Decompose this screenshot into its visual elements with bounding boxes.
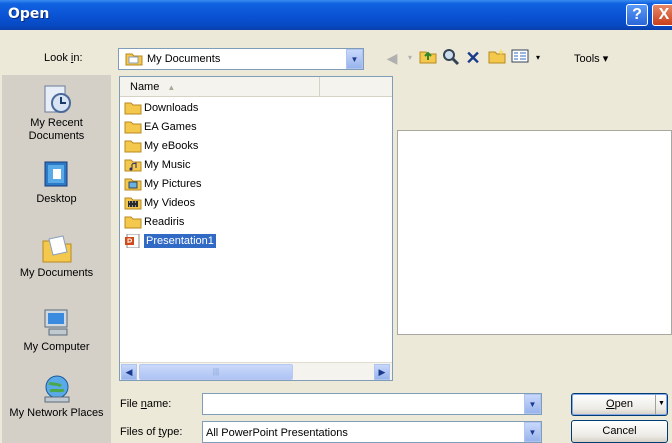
place-my-computer[interactable]: My Computer: [2, 307, 111, 354]
place-label: My Recent Documents: [28, 117, 85, 142]
file-type-value: All PowerPoint Presentations: [206, 427, 348, 439]
place-my-network-places[interactable]: My Network Places: [2, 373, 111, 420]
list-item[interactable]: My Pictures: [124, 175, 201, 193]
music-folder-icon: [124, 159, 142, 172]
places-bar: My Recent Documents Desktop My Documents…: [2, 75, 111, 443]
back-dropdown-icon[interactable]: ▾: [400, 48, 420, 68]
list-item[interactable]: My Videos: [124, 194, 195, 212]
list-item-selected[interactable]: Presentation1: [124, 232, 216, 250]
folder-icon: [124, 121, 142, 134]
place-my-documents[interactable]: My Documents: [2, 233, 111, 280]
folder-icon: [124, 102, 142, 115]
window-title: Open: [8, 6, 50, 22]
look-in-dropdown[interactable]: My Documents ▼: [118, 48, 364, 70]
horizontal-scrollbar[interactable]: ◀ ||| ▶: [120, 362, 392, 380]
file-type-dropdown[interactable]: All PowerPoint Presentations ▼: [202, 421, 542, 443]
sort-ascending-icon: ▲: [167, 83, 176, 92]
chevron-down-icon[interactable]: ▼: [524, 394, 541, 414]
search-web-icon[interactable]: [441, 48, 461, 68]
scroll-thumb[interactable]: |||: [139, 364, 293, 380]
recent-documents-icon: [44, 85, 71, 113]
up-folder-icon[interactable]: [418, 48, 438, 68]
help-button[interactable]: ?: [626, 4, 648, 26]
views-dropdown-icon[interactable]: ▾: [528, 48, 548, 68]
place-label: My Network Places: [9, 407, 104, 419]
open-button[interactable]: Open ▼: [571, 393, 668, 416]
chevron-down-icon[interactable]: ▼: [524, 422, 541, 442]
new-folder-icon[interactable]: [487, 48, 507, 68]
scroll-right-icon[interactable]: ▶: [374, 364, 390, 380]
file-name-input[interactable]: ▼: [202, 393, 542, 415]
place-label: My Computer: [23, 341, 90, 353]
chevron-down-icon[interactable]: ▼: [346, 49, 363, 69]
desktop-icon: [44, 161, 67, 187]
list-item[interactable]: Readiris: [124, 213, 184, 231]
my-documents-icon: [42, 235, 71, 263]
pictures-folder-icon: [124, 178, 142, 191]
views-icon[interactable]: [510, 48, 530, 68]
column-header-name[interactable]: Name ▲: [120, 77, 320, 97]
delete-icon[interactable]: ✕: [463, 48, 483, 68]
cancel-button[interactable]: Cancel: [571, 420, 668, 443]
place-my-recent-documents[interactable]: My Recent Documents: [2, 83, 111, 143]
look-in-value: My Documents: [147, 53, 221, 65]
list-item[interactable]: My Music: [124, 156, 190, 174]
network-places-icon: [44, 375, 69, 403]
place-label: Desktop: [36, 193, 77, 205]
file-name-label: File name:: [120, 398, 172, 410]
back-icon[interactable]: ◀: [382, 48, 402, 68]
open-options-dropdown-icon[interactable]: ▼: [655, 394, 667, 415]
tools-menu[interactable]: Tools ▾: [574, 52, 608, 65]
my-documents-folder-icon: [125, 53, 143, 66]
list-item[interactable]: My eBooks: [124, 137, 198, 155]
preview-pane: [397, 130, 672, 335]
list-item[interactable]: Downloads: [124, 99, 198, 117]
place-desktop[interactable]: Desktop: [2, 159, 111, 206]
list-item[interactable]: EA Games: [124, 118, 197, 136]
file-type-label: Files of type:: [120, 426, 183, 438]
videos-folder-icon: [124, 197, 142, 210]
look-in-label: Look in:: [44, 52, 83, 64]
powerpoint-file-icon: [125, 234, 140, 248]
folder-icon: [124, 216, 142, 229]
title-bar: Open ? X: [0, 0, 672, 30]
my-computer-icon: [44, 309, 67, 336]
place-label: My Documents: [19, 267, 94, 279]
close-button[interactable]: X: [652, 4, 672, 26]
file-list[interactable]: Name ▲ Downloads EA Games My eBooks My Mu…: [119, 76, 393, 381]
scroll-left-icon[interactable]: ◀: [121, 364, 137, 380]
folder-icon: [124, 140, 142, 153]
column-header-row: Name ▲: [120, 77, 392, 97]
